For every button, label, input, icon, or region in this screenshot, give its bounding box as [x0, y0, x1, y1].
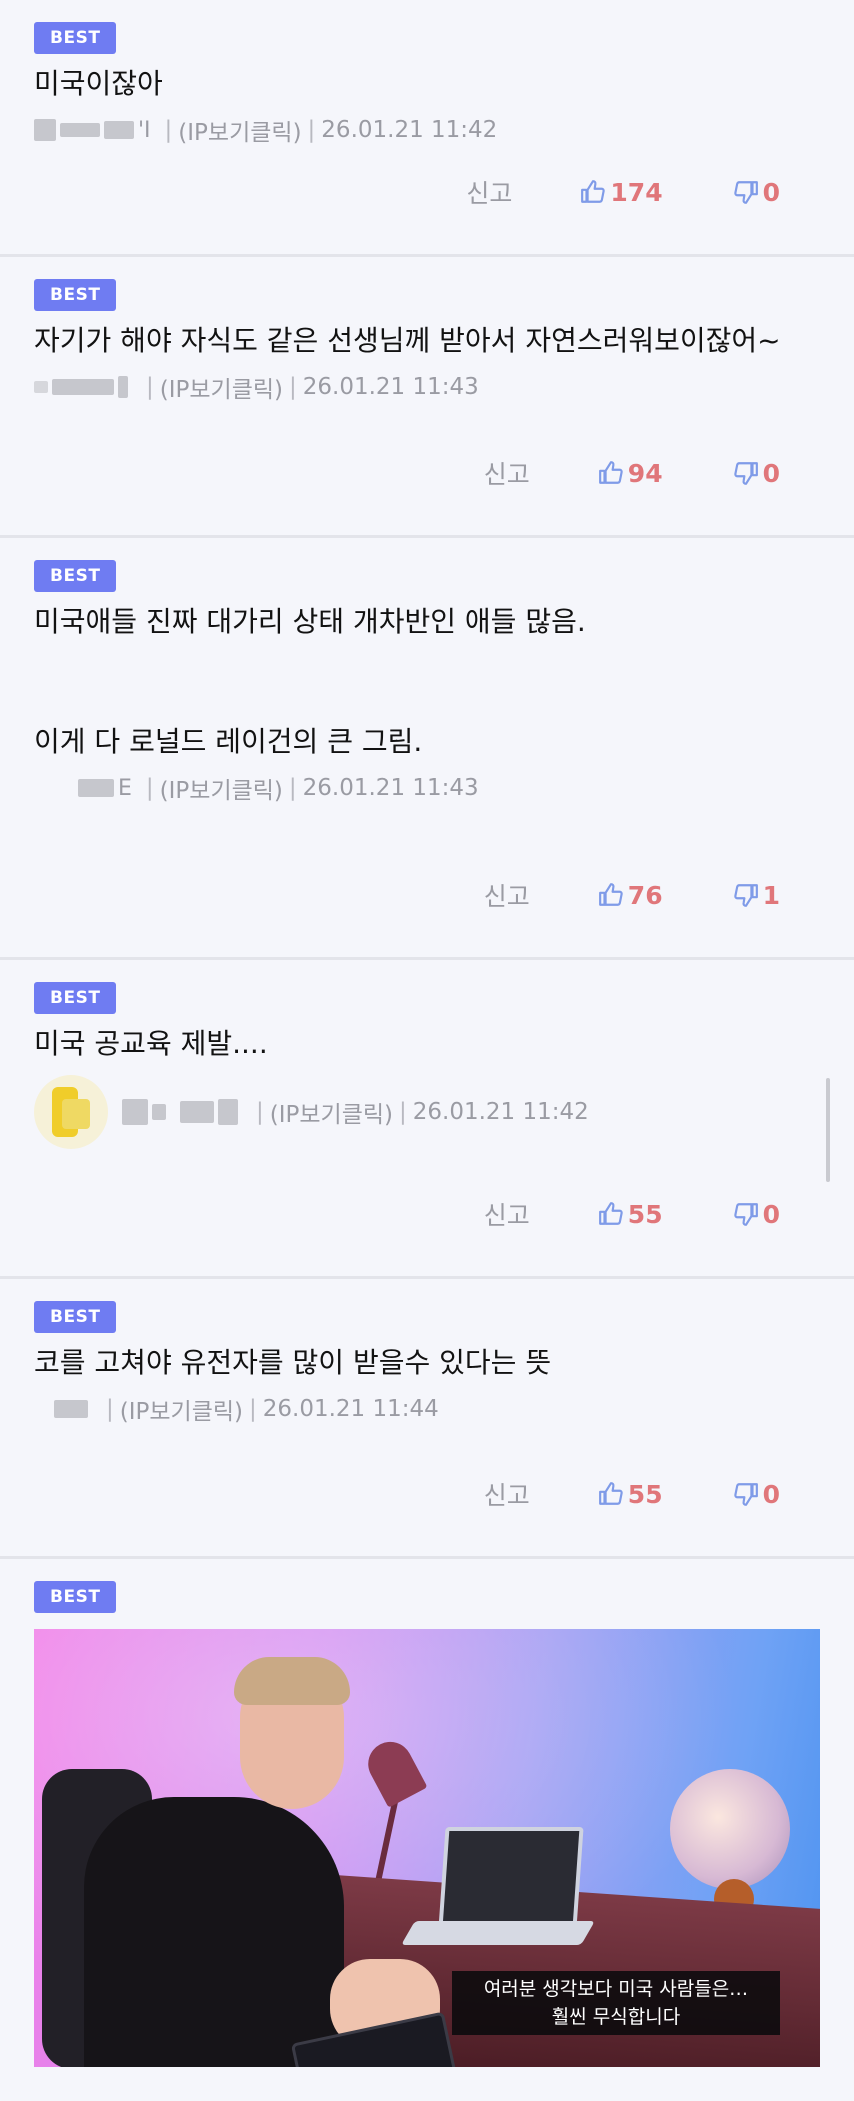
thumbs-up-icon	[598, 461, 623, 484]
thumbs-down-icon	[733, 462, 758, 485]
dislike-count: 0	[762, 458, 780, 488]
comment-actions: 신고 76 1	[484, 877, 780, 913]
report-button[interactable]: 신고	[484, 1196, 530, 1232]
like-button[interactable]: 76	[598, 881, 663, 910]
like-count: 94	[627, 458, 663, 488]
ip-view-link[interactable]: (IP보기클릭)	[120, 1392, 243, 1426]
comment-text: 미국 공교육 제발....	[34, 1027, 268, 1060]
comment-text: 자기가 해야 자식도 같은 선생님께 받아서 자연스러워보이잖어~	[34, 324, 781, 357]
author-name-blurred[interactable]: E	[78, 776, 132, 801]
dislike-button[interactable]: 0	[733, 1480, 780, 1509]
thumbs-down-icon	[733, 1483, 758, 1506]
author-name-blurred[interactable]	[34, 376, 132, 398]
comment-meta: | (IP보기클릭) | 26.01.21 11:43	[34, 369, 820, 405]
comment-actions: 신고 55 0	[484, 1196, 780, 1232]
ip-view-link[interactable]: (IP보기클릭)	[178, 113, 301, 147]
avatar[interactable]	[34, 1075, 108, 1149]
like-count: 76	[627, 880, 663, 910]
like-button[interactable]: 55	[598, 1480, 663, 1509]
dislike-button[interactable]: 0	[733, 178, 780, 207]
like-button[interactable]: 55	[598, 1200, 663, 1229]
comment-item: BEST 코를 고쳐야 유전자를 많이 받을수 있다는 뜻 | (IP보기클릭)…	[0, 1279, 854, 1559]
author-name-blurred[interactable]	[54, 1400, 92, 1418]
comment-actions: 신고 94 0	[484, 455, 780, 491]
comment-text: 코를 고쳐야 유전자를 많이 받을수 있다는 뜻	[34, 1346, 552, 1379]
thumbs-up-icon	[598, 1482, 623, 1505]
comment-meta: | (IP보기클릭) | 26.01.21 11:42	[34, 1072, 820, 1152]
dislike-count: 0	[762, 177, 780, 207]
thumbs-up-icon	[598, 883, 623, 906]
dislike-button[interactable]: 0	[733, 1200, 780, 1229]
like-button[interactable]: 94	[598, 459, 663, 488]
best-badge: BEST	[34, 1581, 117, 1613]
globe-illustration	[670, 1769, 790, 1889]
like-count: 55	[627, 1199, 663, 1229]
laptop-illustration	[438, 1827, 584, 1929]
comment-meta: | (IP보기클릭) | 26.01.21 11:44	[34, 1391, 820, 1427]
comment-timestamp: 26.01.21 11:43	[302, 374, 479, 400]
comment-meta: E | (IP보기클릭) | 26.01.21 11:43	[34, 770, 820, 806]
report-button[interactable]: 신고	[484, 455, 530, 491]
comment-timestamp: 26.01.21 11:44	[262, 1396, 439, 1422]
best-badge: BEST	[34, 560, 117, 592]
dislike-button[interactable]: 0	[733, 459, 780, 488]
ip-view-link[interactable]: (IP보기클릭)	[270, 1095, 393, 1129]
comment-text: 미국애들 진짜 대가리 상태 개차반인 애들 많음. 이게 다 로널드 레이건의…	[34, 605, 586, 758]
comment-item: BEST 여러분 생각보다 미국 사람들은… 훨씬 무식합니다	[0, 1559, 854, 2101]
comment-item: BEST 미국 공교육 제발.... | (IP보기클릭) | 26.01.21…	[0, 960, 854, 1279]
report-button[interactable]: 신고	[466, 174, 512, 210]
best-badge: BEST	[34, 22, 117, 54]
thumbs-up-icon	[581, 180, 606, 203]
thumbs-down-icon	[733, 181, 758, 204]
comment-item: BEST 미국이잖아 'I | (IP보기클릭) | 26.01.21 11:4…	[0, 0, 854, 257]
person-illustration	[84, 1797, 344, 2067]
comment-actions: 신고 174 0	[466, 174, 780, 210]
dislike-count: 0	[762, 1199, 780, 1229]
scrollbar[interactable]	[826, 1078, 830, 1182]
best-badge: BEST	[34, 1301, 117, 1333]
like-button[interactable]: 174	[580, 177, 663, 207]
comment-timestamp: 26.01.21 11:42	[321, 117, 498, 143]
best-badge: BEST	[34, 279, 117, 311]
best-badge: BEST	[34, 982, 117, 1014]
report-button[interactable]: 신고	[484, 1476, 530, 1512]
comment-timestamp: 26.01.21 11:42	[412, 1099, 589, 1125]
comment-item: BEST 자기가 해야 자식도 같은 선생님께 받아서 자연스러워보이잖어~ |…	[0, 257, 854, 538]
thumbs-down-icon	[733, 1203, 758, 1226]
report-button[interactable]: 신고	[484, 877, 530, 913]
comment-item: BEST 미국애들 진짜 대가리 상태 개차반인 애들 많음. 이게 다 로널드…	[0, 538, 854, 960]
author-name-blurred[interactable]: 'I	[34, 118, 151, 143]
author-name-blurred[interactable]	[122, 1099, 242, 1125]
like-count: 174	[610, 177, 663, 207]
comment-timestamp: 26.01.21 11:43	[302, 775, 479, 801]
dislike-count: 1	[762, 880, 780, 910]
comment-text: 미국이잖아	[34, 67, 163, 100]
comment-image[interactable]: 여러분 생각보다 미국 사람들은… 훨씬 무식합니다	[34, 1629, 820, 2067]
comment-actions: 신고 55 0	[484, 1476, 780, 1512]
dislike-count: 0	[762, 1479, 780, 1509]
ip-view-link[interactable]: (IP보기클릭)	[160, 771, 283, 805]
dislike-button[interactable]: 1	[733, 881, 780, 910]
video-subtitle: 여러분 생각보다 미국 사람들은… 훨씬 무식합니다	[452, 1971, 780, 2035]
like-count: 55	[627, 1479, 663, 1509]
ip-view-link[interactable]: (IP보기클릭)	[160, 370, 283, 404]
thumbs-up-icon	[598, 1202, 623, 1225]
comment-meta: 'I | (IP보기클릭) | 26.01.21 11:42	[34, 112, 820, 148]
thumbs-down-icon	[733, 884, 758, 907]
